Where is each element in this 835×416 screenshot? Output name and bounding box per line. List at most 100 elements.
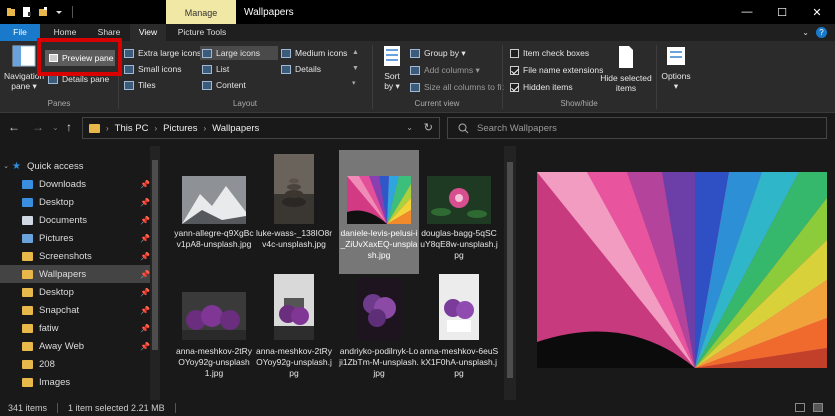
checkbox[interactable]	[510, 48, 519, 58]
file-list-scrollbar[interactable]	[504, 146, 516, 400]
file-item[interactable]: douglas-bagg-5qSCuY8qE8w-unsplash.jpg	[419, 150, 499, 274]
add-columns-label: Add columns ▾	[424, 65, 480, 75]
checkbox[interactable]	[510, 82, 519, 92]
file-item[interactable]: anna-meshkov-2tRyOYoy92g-unsplash 1.jpg	[174, 274, 254, 398]
scroll-thumb[interactable]	[507, 162, 513, 378]
layout-details[interactable]: Details	[281, 64, 321, 74]
forward-arrow-icon[interactable]: →	[32, 120, 44, 134]
up-arrow-icon[interactable]: ↑	[66, 120, 72, 134]
pin-icon[interactable]: 📌	[140, 216, 150, 225]
nav-item-downloads[interactable]: Downloads 📌	[0, 175, 150, 193]
add-columns-button[interactable]: Add columns ▾	[410, 65, 480, 76]
pin-icon[interactable]: 📌	[140, 252, 150, 261]
hide-selected-items-button[interactable]: Hide selected items	[598, 45, 654, 93]
breadcrumb-wallpapers[interactable]: Wallpapers	[212, 123, 259, 134]
layout-extra-large-icons[interactable]: Extra large icons	[124, 48, 201, 58]
file-item[interactable]: andriyko-podilnyk-Loji1ZbTm-M-unsplash.j…	[339, 274, 419, 398]
file-name: anna-meshkov-2tRyOYoy92g-unsplash 1.jpg	[175, 346, 253, 378]
nav-label: Documents	[39, 214, 88, 226]
search-box[interactable]: Search Wallpapers	[447, 117, 827, 139]
checkbox[interactable]	[510, 65, 519, 75]
layout-small-icons[interactable]: Small icons	[124, 64, 181, 74]
layout-tiles[interactable]: Tiles	[124, 80, 156, 90]
address-bar[interactable]: › This PC › Pictures › Wallpapers ⌄ ↻	[82, 117, 440, 139]
size-columns-button[interactable]: Size all columns to fit	[410, 82, 504, 92]
new-folder-icon[interactable]	[38, 6, 48, 18]
breadcrumb-this-pc[interactable]: This PC	[115, 123, 149, 134]
nav-item-desktop-folder[interactable]: Desktop 📌	[0, 283, 150, 301]
chevron-down-icon[interactable]: ⌄	[0, 162, 12, 170]
ribbon-collapse-icon[interactable]: ⌄	[802, 28, 809, 37]
manage-contextual-tab[interactable]: Manage	[166, 0, 236, 24]
layout-medium-icons[interactable]: Medium icons	[281, 48, 347, 58]
group-by-button[interactable]: Group by ▾	[410, 48, 466, 59]
sort-by-button[interactable]: Sort by ▾	[378, 45, 406, 91]
preview-pane	[518, 146, 835, 400]
sort-by-label: Sort by ▾	[384, 71, 400, 91]
pin-icon[interactable]: 📌	[140, 288, 150, 297]
pin-icon[interactable]: 📌	[140, 180, 150, 189]
breadcrumb-separator-icon[interactable]: ›	[203, 124, 206, 133]
item-check-boxes-toggle[interactable]: Item check boxes	[510, 48, 589, 58]
layout-large-icons[interactable]: Large icons	[200, 46, 278, 60]
tab-view[interactable]: View	[130, 24, 166, 41]
hide-selected-label: Hide selected items	[600, 73, 652, 93]
nav-item-pictures[interactable]: Pictures 📌	[0, 229, 150, 247]
add-columns-icon	[410, 66, 420, 75]
nav-label: Away Web	[39, 340, 85, 352]
pin-icon[interactable]: 📌	[140, 270, 150, 279]
file-item[interactable]: luke-wass-_138IO8rv4c-unsplash.jpg	[254, 150, 334, 274]
folder-icon[interactable]	[6, 6, 16, 18]
nav-item-fatiw[interactable]: fatiw 📌	[0, 319, 150, 337]
layout-list[interactable]: List	[202, 64, 229, 74]
properties-icon[interactable]	[22, 6, 32, 18]
nav-scrollbar[interactable]	[150, 146, 160, 400]
file-item[interactable]: anna-meshkov-6euSkX1F0hA-unsplash.jpg	[419, 274, 499, 398]
customize-toolbar-icon[interactable]	[54, 6, 64, 18]
status-bar: 341 items 1 item selected 2.21 MB	[0, 400, 835, 416]
layout-scroll-down-icon[interactable]: ▼	[352, 65, 359, 72]
recent-locations-icon[interactable]: ⌄	[52, 123, 59, 132]
details-view-icon[interactable]	[795, 403, 805, 412]
file-name-extensions-toggle[interactable]: File name extensions	[510, 65, 603, 75]
nav-item-images[interactable]: Images	[0, 373, 150, 391]
nav-item-quick-access[interactable]: ⌄ ★ Quick access	[0, 157, 150, 175]
tab-file[interactable]: File	[0, 24, 40, 41]
options-button[interactable]: Options ▾	[658, 45, 694, 91]
address-dropdown-icon[interactable]: ⌄	[406, 123, 413, 132]
breadcrumb-separator-icon[interactable]: ›	[106, 124, 109, 133]
layout-more-icon[interactable]: ▾	[352, 79, 356, 87]
nav-item-documents[interactable]: Documents 📌	[0, 211, 150, 229]
tab-picture-tools[interactable]: Picture Tools	[170, 24, 234, 41]
layout-scroll-up-icon[interactable]: ▲	[352, 49, 359, 56]
desktop-icon	[22, 197, 33, 207]
options-label: Options ▾	[661, 71, 691, 91]
breadcrumb-pictures[interactable]: Pictures	[163, 123, 197, 134]
nav-item-away-web[interactable]: Away Web 📌	[0, 337, 150, 355]
pin-icon[interactable]: 📌	[140, 234, 150, 243]
large-icons-view-icon[interactable]	[813, 403, 823, 412]
nav-item-desktop[interactable]: Desktop 📌	[0, 193, 150, 211]
nav-item-screenshots[interactable]: Screenshots 📌	[0, 247, 150, 265]
nav-item-208[interactable]: 208	[0, 355, 150, 373]
file-item[interactable]: yann-allegre-q9XgBcv1pA8-unsplash.jpg	[174, 150, 254, 274]
options-icon	[667, 47, 685, 65]
nav-item-wallpapers[interactable]: Wallpapers 📌	[0, 265, 150, 283]
layout-content[interactable]: Content	[202, 80, 246, 90]
help-icon[interactable]: ?	[816, 27, 827, 38]
selection-info: 1 item selected 2.21 MB	[68, 403, 165, 413]
pin-icon[interactable]: 📌	[140, 306, 150, 315]
nav-item-snapchat[interactable]: Snapchat 📌	[0, 301, 150, 319]
close-button[interactable]: ✕	[795, 0, 835, 24]
back-arrow-icon[interactable]: ←	[8, 120, 20, 134]
folder-icon	[22, 251, 33, 261]
hidden-items-toggle[interactable]: Hidden items	[510, 82, 573, 92]
pin-icon[interactable]: 📌	[140, 324, 150, 333]
pin-icon[interactable]: 📌	[140, 198, 150, 207]
file-item[interactable]: anna-meshkov-2tRyOYoy92g-unsplash.jpg	[254, 274, 334, 398]
refresh-icon[interactable]: ↻	[424, 121, 433, 134]
file-item-selected[interactable]: daniele-levis-pelusi-i_ZiUvXaxEQ-unsplas…	[339, 150, 419, 274]
pin-icon[interactable]: 📌	[140, 342, 150, 351]
breadcrumb-separator-icon[interactable]: ›	[154, 124, 157, 133]
scroll-thumb[interactable]	[152, 160, 158, 350]
